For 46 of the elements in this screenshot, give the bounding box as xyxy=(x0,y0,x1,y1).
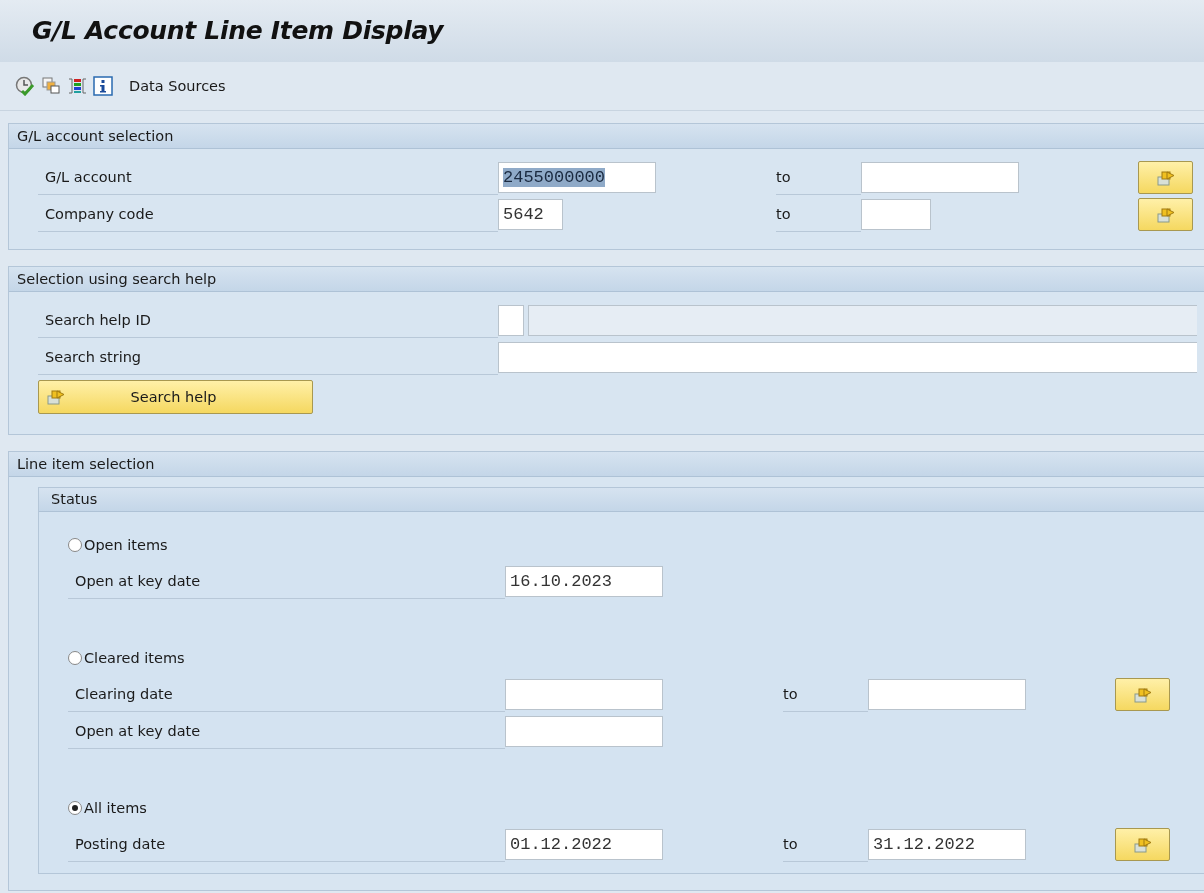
field-label: G/L account xyxy=(38,159,498,195)
multiple-selection-icon xyxy=(1133,836,1152,853)
section-header: G/L account selection xyxy=(9,124,1204,149)
clock-check-icon xyxy=(15,76,35,96)
input-field[interactable]: 01.12.2022 xyxy=(505,829,663,860)
radio-button[interactable] xyxy=(68,651,82,665)
field-label: Open at key date xyxy=(68,563,505,599)
multiple-selection-button[interactable] xyxy=(1115,828,1170,861)
radio-button[interactable] xyxy=(68,801,82,815)
input-field[interactable] xyxy=(505,679,663,710)
input-field[interactable]: 16.10.2023 xyxy=(505,566,663,597)
multiple-selection-icon xyxy=(1156,206,1175,223)
field-label: Clearing date xyxy=(68,676,505,712)
radio-option[interactable]: Cleared items xyxy=(68,650,185,666)
input-field[interactable] xyxy=(498,342,1197,373)
description-field[interactable] xyxy=(528,305,1197,336)
page-title: G/L Account Line Item Display xyxy=(0,0,1204,62)
input-field[interactable] xyxy=(505,716,663,747)
field-label: Company code xyxy=(38,196,498,232)
input-field[interactable]: 5642 xyxy=(498,199,563,230)
multiple-selection-icon xyxy=(1133,686,1152,703)
input-field[interactable] xyxy=(868,679,1026,710)
input-field[interactable]: 2455000000 xyxy=(498,162,656,193)
multiple-selection-icon xyxy=(47,389,65,405)
input-field[interactable] xyxy=(861,162,1019,193)
radio-button[interactable] xyxy=(68,538,82,552)
section-header: Selection using search help xyxy=(9,267,1204,292)
input-field[interactable] xyxy=(861,199,931,230)
radio-option[interactable]: All items xyxy=(68,800,147,816)
input-field[interactable] xyxy=(498,305,524,336)
multiple-selection-button[interactable] xyxy=(1138,161,1193,194)
multiple-selection-button[interactable] xyxy=(1138,198,1193,231)
field-label: Posting date xyxy=(68,826,505,862)
color-bars-icon xyxy=(67,76,87,96)
info-icon xyxy=(93,76,113,96)
radio-option[interactable]: Open items xyxy=(68,537,168,553)
field-label: Search help ID xyxy=(38,302,498,338)
search-help-button[interactable]: Search help xyxy=(38,380,313,414)
multiple-selection-icon xyxy=(1156,169,1175,186)
data-sources-button[interactable]: Data Sources xyxy=(129,78,226,94)
multiple-selection-button[interactable] xyxy=(1115,678,1170,711)
section-header: Line item selection xyxy=(9,452,1204,477)
field-label: Open at key date xyxy=(68,713,505,749)
field-label: Search string xyxy=(38,339,498,375)
copy-windows-icon xyxy=(41,76,61,96)
input-field[interactable]: 31.12.2022 xyxy=(868,829,1026,860)
